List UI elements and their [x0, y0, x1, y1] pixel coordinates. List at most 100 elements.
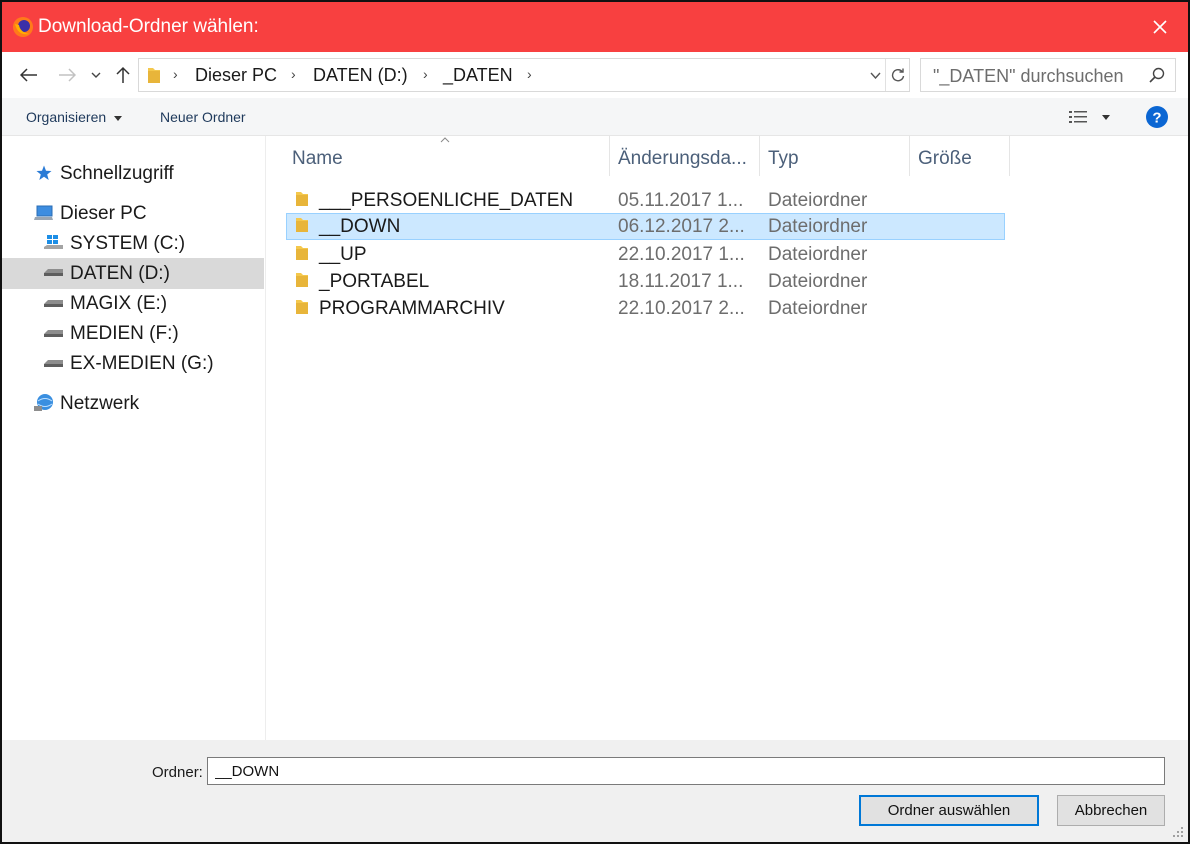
back-button[interactable] [18, 62, 40, 88]
table-row[interactable]: _PORTABEL 18.11.2017 1... Dateiordner [286, 268, 1004, 295]
close-button[interactable] [1132, 2, 1188, 52]
dialog-footer: Ordner: Ordner auswählen Abbrechen [2, 740, 1188, 842]
breadcrumb-separator-icon: › [527, 66, 532, 82]
refresh-icon [891, 68, 905, 82]
resize-grip-icon[interactable] [1172, 826, 1184, 838]
chevron-down-icon [869, 72, 881, 79]
sidebar-item-quick-access[interactable]: Schnellzugriff [2, 159, 264, 189]
organize-button[interactable]: Organisieren [26, 109, 123, 125]
file-name: ___PERSOENLICHE_DATEN [319, 190, 574, 211]
file-date: 22.10.2017 2... [618, 298, 745, 319]
up-button[interactable] [112, 62, 134, 88]
file-type: Dateiordner [768, 271, 868, 292]
table-row[interactable]: PROGRAMMARCHIV 22.10.2017 2... Dateiordn… [286, 295, 1004, 322]
dialog-window: Download-Ordner wählen: › Dieser PC › DA… [0, 0, 1190, 844]
cancel-button[interactable]: Abbrechen [1057, 795, 1165, 826]
breadcrumb-separator-icon: › [173, 66, 178, 82]
select-folder-button[interactable]: Ordner auswählen [859, 795, 1039, 826]
sidebar-item-network[interactable]: Netzwerk [2, 389, 264, 419]
file-date: 06.12.2017 2... [618, 216, 745, 237]
sidebar-item-this-pc[interactable]: Dieser PC [2, 199, 264, 229]
column-header-label: Größe [918, 148, 972, 169]
drive-icon [44, 300, 63, 307]
star-icon [36, 165, 52, 180]
folder-icon [148, 68, 160, 83]
sidebar-item-data-drive[interactable]: DATEN (D:) [2, 258, 264, 289]
folder-icon [296, 273, 308, 287]
recent-locations-button[interactable] [88, 62, 104, 88]
network-icon [34, 394, 53, 411]
folder-name-input[interactable] [207, 757, 1165, 785]
column-header-name[interactable]: Name [284, 136, 610, 176]
address-bar[interactable]: › Dieser PC › DATEN (D:) › _DATEN › [138, 58, 910, 92]
window-title: Download-Ordner wählen: [38, 16, 259, 37]
drive-icon [44, 330, 63, 337]
table-row[interactable]: ___PERSOENLICHE_DATEN 05.11.2017 1... Da… [286, 187, 1004, 214]
title-bar: Download-Ordner wählen: [2, 2, 1188, 52]
sidebar-item-label: Schnellzugriff [60, 163, 174, 184]
breadcrumb-item[interactable]: _DATEN [443, 65, 513, 86]
windows-drive-icon [44, 235, 63, 249]
search-icon[interactable] [1149, 67, 1165, 83]
sidebar-item-label: Dieser PC [60, 203, 147, 224]
command-toolbar: Organisieren Neuer Ordner ? [2, 98, 1188, 136]
sidebar-item-label: DATEN (D:) [70, 263, 170, 284]
column-header-type[interactable]: Typ [760, 136, 910, 176]
file-name: _PORTABEL [319, 271, 430, 292]
column-header-size[interactable]: Größe [910, 136, 1010, 176]
new-folder-button[interactable]: Neuer Ordner [160, 109, 246, 125]
sidebar-item-label: Netzwerk [60, 393, 140, 414]
folder-field-label: Ordner: [152, 764, 203, 781]
sidebar-item-ex-media-drive[interactable]: EX-MEDIEN (G:) [2, 349, 264, 379]
sidebar-item-system-drive[interactable]: SYSTEM (C:) [2, 229, 264, 259]
drive-icon [44, 360, 63, 367]
search-input[interactable]: "_DATEN" durchsuchen [920, 58, 1176, 92]
file-name: __DOWN [319, 216, 401, 237]
folder-icon [296, 218, 308, 232]
help-button[interactable]: ? [1145, 105, 1169, 129]
dropdown-arrow-icon [114, 115, 123, 121]
folder-icon [296, 300, 308, 314]
breadcrumb-item[interactable]: DATEN (D:) [313, 65, 408, 86]
column-header-label: Name [292, 148, 343, 169]
file-type: Dateiordner [768, 216, 868, 237]
breadcrumb-separator-icon: › [291, 66, 296, 82]
details-view-icon [1069, 111, 1087, 123]
column-header-label: Änderungsda... [618, 148, 747, 169]
sidebar-item-label: SYSTEM (C:) [70, 233, 186, 254]
arrow-up-icon [116, 66, 130, 83]
column-header-label: Typ [768, 148, 799, 169]
file-name: __UP [319, 244, 367, 265]
file-date: 22.10.2017 1... [618, 244, 745, 265]
sidebar-item-label: EX-MEDIEN (G:) [70, 353, 214, 374]
table-row-selected[interactable]: __DOWN 06.12.2017 2... Dateiordner [286, 213, 1005, 240]
navigation-bar: › Dieser PC › DATEN (D:) › _DATEN › "_DA… [2, 52, 1188, 98]
drive-icon [44, 269, 63, 276]
column-header-date[interactable]: Änderungsda... [610, 136, 760, 176]
file-name: PROGRAMMARCHIV [319, 298, 505, 319]
view-options-button[interactable] [1068, 108, 1114, 126]
close-icon [1153, 20, 1167, 34]
refresh-button[interactable] [885, 59, 910, 91]
dropdown-arrow-icon [1102, 115, 1110, 120]
breadcrumb-item[interactable]: Dieser PC [195, 65, 277, 86]
organize-label: Organisieren [26, 109, 107, 125]
folder-icon [296, 192, 308, 206]
breadcrumb-separator-icon: › [423, 66, 428, 82]
address-dropdown-button[interactable] [867, 59, 883, 91]
sidebar-item-media-drive[interactable]: MEDIEN (F:) [2, 319, 264, 349]
sidebar-item-label: MEDIEN (F:) [70, 323, 179, 344]
sidebar-item-label: MAGIX (E:) [70, 293, 168, 314]
arrow-left-icon [20, 68, 37, 82]
sidebar-item-magix-drive[interactable]: MAGIX (E:) [2, 289, 264, 319]
file-date: 18.11.2017 1... [618, 271, 744, 292]
file-type: Dateiordner [768, 190, 868, 211]
svg-text:?: ? [1152, 110, 1161, 127]
new-folder-label: Neuer Ordner [160, 109, 246, 125]
table-row[interactable]: __UP 22.10.2017 1... Dateiordner [286, 241, 1004, 268]
forward-button[interactable] [56, 62, 78, 88]
firefox-icon [13, 17, 33, 37]
folder-icon [296, 246, 308, 260]
arrow-right-icon [59, 68, 76, 82]
file-date: 05.11.2017 1... [618, 190, 744, 211]
